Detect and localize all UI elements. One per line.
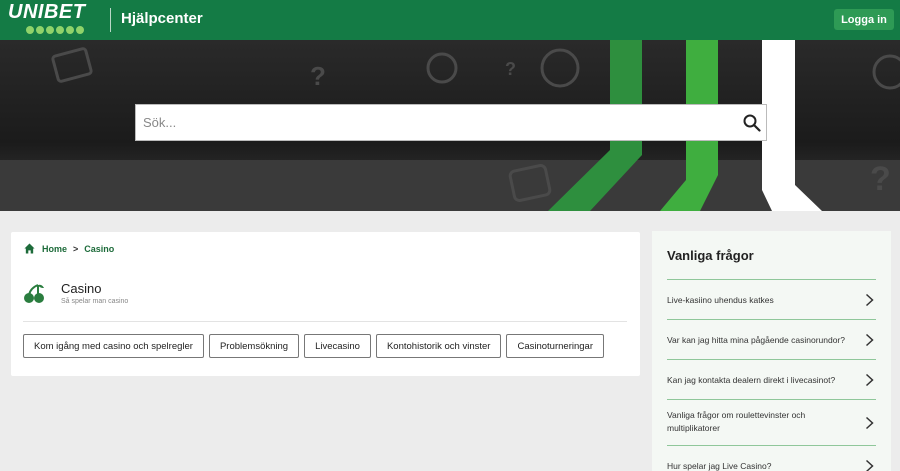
faq-list: Live-kasiino uhendus katkes Var kan jag … [667, 279, 876, 471]
chip-livecasino[interactable]: Livecasino [304, 334, 371, 358]
breadcrumb-current[interactable]: Casino [84, 244, 114, 254]
top-bar: UNIBET Hjälpcenter Logga in [0, 0, 900, 40]
faq-panel: Vanliga frågor Live-kasiino uhendus katk… [652, 231, 891, 471]
chevron-right-icon [865, 416, 874, 430]
chevron-right-icon [865, 373, 874, 387]
category-card: Home > Casino Casino Så spelar man casin… [11, 232, 640, 376]
svg-text:?: ? [505, 59, 516, 79]
category-title: Casino [61, 281, 102, 296]
breadcrumb: Home > Casino [24, 243, 114, 254]
faq-item[interactable]: Var kan jag hitta mina pågående casinoru… [667, 319, 876, 359]
search-input[interactable] [143, 105, 733, 140]
faq-item[interactable]: Kan jag kontakta dealern direkt i liveca… [667, 359, 876, 399]
logo-dots [26, 26, 84, 34]
chevron-right-icon [865, 293, 874, 307]
unibet-logo[interactable]: UNIBET [8, 2, 102, 36]
hero-banner: ? ? ? [0, 40, 900, 211]
chip-problemsokning[interactable]: Problemsökning [208, 334, 300, 358]
chevron-right-icon [865, 459, 874, 471]
logo-text: UNIBET [8, 1, 86, 23]
home-icon[interactable] [24, 243, 35, 254]
faq-title: Vanliga frågor [667, 248, 754, 263]
faq-question: Hur spelar jag Live Casino? [667, 461, 772, 471]
cherries-icon [24, 284, 44, 303]
chip-kontohistorik[interactable]: Kontohistorik och vinster [375, 334, 502, 358]
faq-question: Vanliga frågor om roulettevinster och mu… [667, 410, 806, 433]
faq-item[interactable]: Hur spelar jag Live Casino? [667, 445, 876, 471]
chip-kom-igang[interactable]: Kom igång med casino och spelregler [23, 334, 204, 358]
chevron-right-icon [865, 333, 874, 347]
breadcrumb-home[interactable]: Home [42, 244, 67, 254]
divider [23, 321, 627, 322]
chip-casinoturneringar[interactable]: Casinoturneringar [506, 334, 604, 358]
faq-item[interactable]: Vanliga frågor om roulettevinster och mu… [667, 399, 876, 445]
topic-chips: Kom igång med casino och spelregler Prob… [23, 334, 604, 358]
login-button[interactable]: Logga in [834, 9, 894, 30]
svg-text:?: ? [310, 61, 326, 91]
search-icon[interactable] [743, 114, 761, 132]
site-title[interactable]: Hjälpcenter [121, 10, 203, 27]
faq-question: Live-kasiino uhendus katkes [667, 295, 774, 305]
chevron-right-icon: > [73, 243, 79, 254]
faq-item[interactable]: Live-kasiino uhendus katkes [667, 279, 876, 319]
faq-question: Kan jag kontakta dealern direkt i liveca… [667, 375, 836, 385]
svg-text:?: ? [870, 160, 891, 198]
search-box [135, 104, 767, 141]
header-divider [110, 8, 111, 32]
category-subtitle: Så spelar man casino [61, 298, 129, 305]
faq-question: Var kan jag hitta mina pågående casinoru… [667, 335, 845, 345]
